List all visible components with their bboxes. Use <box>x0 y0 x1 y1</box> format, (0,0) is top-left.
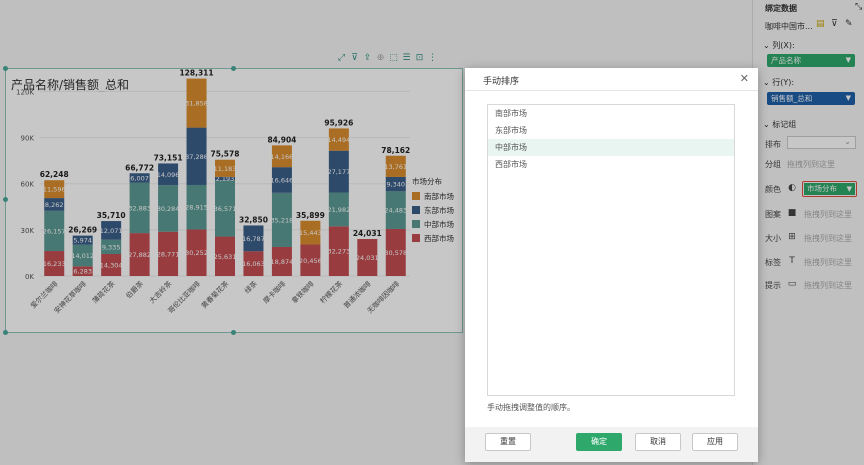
sort-item-selected[interactable]: 中部市场 <box>488 139 734 156</box>
sort-item[interactable]: 南部市场 <box>488 105 734 122</box>
ok-button[interactable]: 确定 <box>576 433 622 451</box>
manual-sort-dialog: 手动排序 ✕ 南部市场 东部市场 中部市场 西部市场 手动拖拽调整值的顺序。 重… <box>465 68 758 462</box>
dialog-footer: 重置 确定 取消 应用 <box>465 427 758 462</box>
close-icon[interactable]: ✕ <box>740 72 749 85</box>
reset-button[interactable]: 重置 <box>485 433 531 451</box>
divider <box>465 90 758 91</box>
apply-button[interactable]: 应用 <box>692 433 738 451</box>
sort-hint: 手动拖拽调整值的顺序。 <box>487 403 575 412</box>
sort-item[interactable]: 西部市场 <box>488 156 734 173</box>
cancel-button[interactable]: 取消 <box>635 433 681 451</box>
sort-item[interactable]: 东部市场 <box>488 122 734 139</box>
sort-list: 南部市场 东部市场 中部市场 西部市场 <box>487 104 735 396</box>
dialog-title: 手动排序 <box>483 77 520 87</box>
